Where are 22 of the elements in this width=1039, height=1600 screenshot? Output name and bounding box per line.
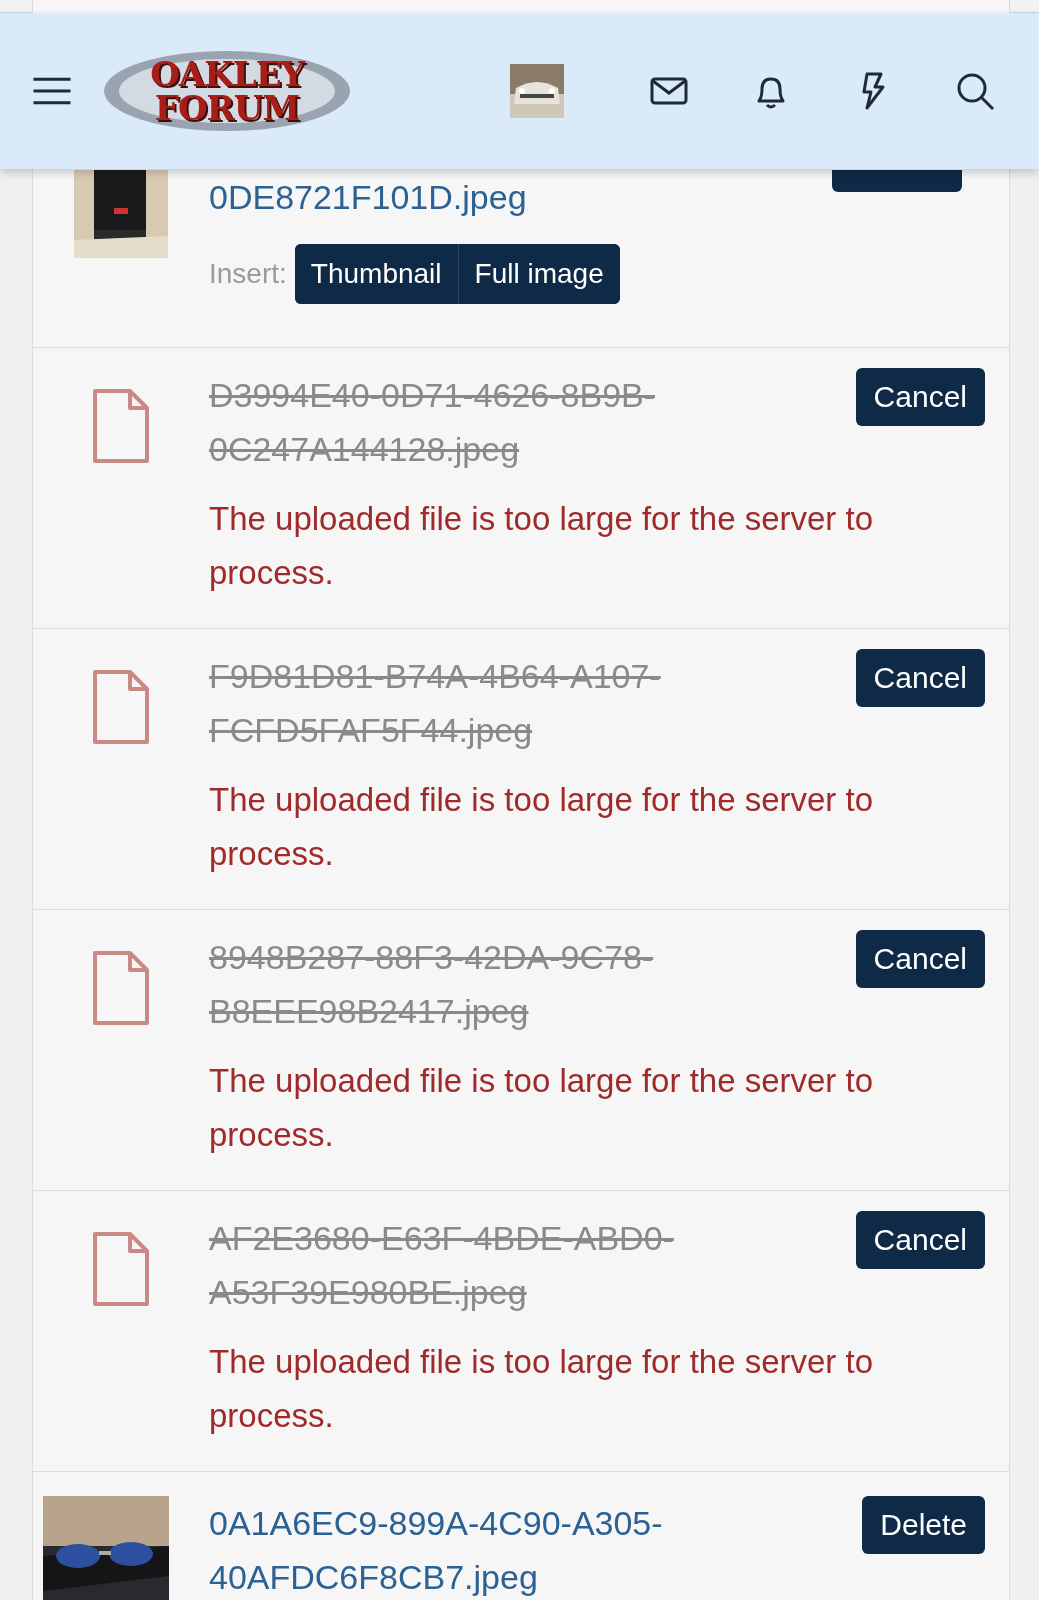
error-message: The uploaded file is too large for the server to process. bbox=[209, 1342, 875, 1436]
insert-button[interactable]: Full image bbox=[457, 244, 620, 304]
file-name: D3994E40-0D71-4626-8B9B-0C247A144128.jpeg bbox=[209, 375, 657, 470]
error-message: The uploaded file is too large for the server to process. bbox=[209, 499, 875, 593]
file-name: 8948B287-88F3-42DA-9C78-B8EEE98B2417.jpeg bbox=[209, 937, 655, 1032]
cancel-button[interactable]: Cancel bbox=[855, 368, 985, 426]
file-link[interactable]: 0DE8721F101D.jpeg bbox=[209, 170, 527, 224]
file-icon bbox=[92, 388, 150, 464]
error-message: The uploaded file is too large for the server to process. bbox=[209, 1061, 875, 1155]
cancel-button[interactable]: Cancel bbox=[855, 649, 985, 707]
file-icon bbox=[92, 950, 150, 1026]
error-message: The uploaded file is too large for the server to process. bbox=[209, 780, 875, 874]
file-name: F9D81D81-B74A-4B64-A107-FCFD5FAF5F44.jpeg bbox=[209, 656, 662, 751]
cancel-button[interactable]: Cancel bbox=[855, 930, 985, 988]
file-icon bbox=[92, 669, 150, 745]
file-link[interactable]: 0A1A6EC9-899A-4C90-A305-40AFDC6F8CB7.jpeg bbox=[209, 1496, 809, 1600]
file-name: AF2E3680-E63F-4BDE-ABD0-A53F39E980BE.jpeg bbox=[209, 1218, 675, 1313]
search-icon[interactable] bbox=[955, 71, 995, 111]
file-icon bbox=[92, 1231, 150, 1307]
delete-button[interactable]: Delete bbox=[862, 1496, 985, 1554]
insert-label: Insert: bbox=[209, 258, 287, 290]
cancel-button[interactable]: Cancel bbox=[855, 1211, 985, 1269]
